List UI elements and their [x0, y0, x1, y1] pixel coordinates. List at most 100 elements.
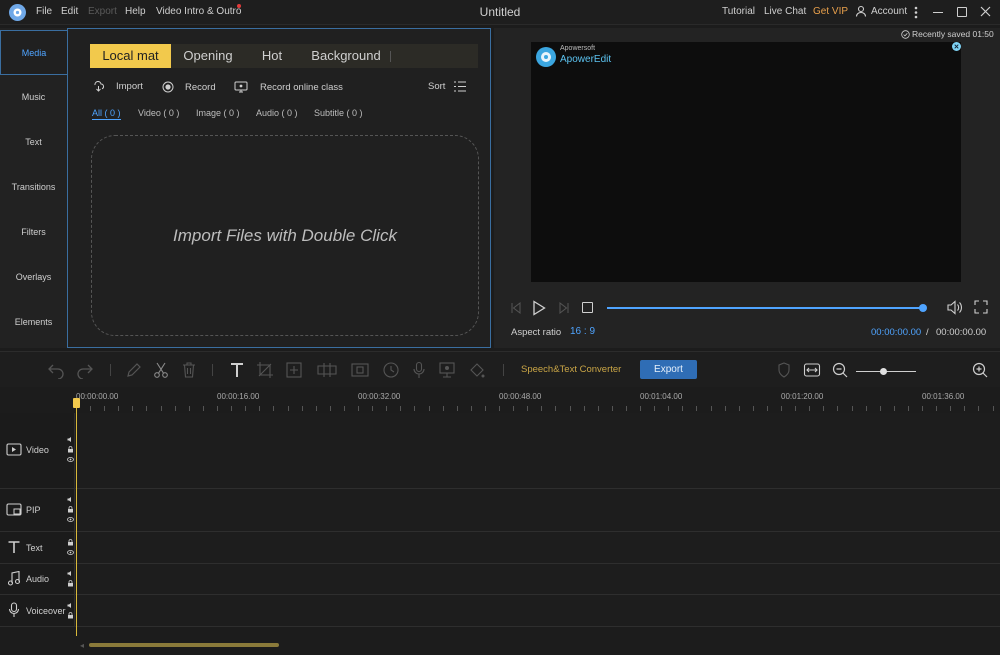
- microphone-icon[interactable]: [410, 361, 428, 379]
- stop-icon[interactable]: [582, 302, 593, 313]
- tab-opening[interactable]: Opening: [176, 44, 240, 68]
- timeline-scrollbar-thumb[interactable]: [89, 643, 279, 647]
- sidebar-item-elements[interactable]: Elements: [0, 300, 67, 345]
- track-text[interactable]: Text: [0, 532, 1000, 564]
- track-pip[interactable]: PIP: [0, 489, 1000, 532]
- menu-file[interactable]: File: [36, 6, 52, 17]
- tab-hot[interactable]: Hot: [252, 44, 292, 68]
- timeline-toolbar: Speech&Text Converter Export: [0, 351, 1000, 387]
- fit-timeline-icon[interactable]: [803, 361, 821, 379]
- sidebar-item-music[interactable]: Music: [0, 75, 67, 120]
- freeze-frame-icon[interactable]: [350, 361, 369, 379]
- menu-help[interactable]: Help: [125, 6, 146, 17]
- sidebar-item-overlays[interactable]: Overlays: [0, 255, 67, 300]
- speech-text-converter-button[interactable]: Speech&Text Converter: [521, 364, 621, 375]
- track-lock-icon[interactable]: [67, 580, 74, 587]
- sidebar-item-media[interactable]: Media: [0, 30, 67, 75]
- link-get-vip[interactable]: Get VIP: [813, 6, 848, 17]
- preview-screen[interactable]: Apowersoft ApowerEdit: [531, 42, 961, 282]
- marker-shield-icon[interactable]: [775, 361, 793, 379]
- filter-audio[interactable]: Audio ( 0 ): [256, 108, 298, 118]
- minimize-icon[interactable]: [933, 12, 943, 13]
- track-mute-icon[interactable]: [67, 602, 74, 609]
- ruler-tick: [90, 406, 91, 411]
- track-video[interactable]: Video: [0, 413, 1000, 489]
- sort-button[interactable]: Sort: [428, 81, 467, 92]
- crop-icon[interactable]: [256, 361, 274, 379]
- track-mute-icon[interactable]: [67, 496, 74, 503]
- mosaic-icon[interactable]: [316, 361, 337, 379]
- menu-video-intro-outro[interactable]: Video Intro & Outro: [156, 6, 241, 17]
- track-header: Voiceover: [0, 595, 75, 626]
- split-scissors-icon[interactable]: [152, 361, 170, 379]
- filter-all[interactable]: All ( 0 ): [92, 108, 121, 120]
- filter-image[interactable]: Image ( 0 ): [196, 108, 240, 118]
- tab-local-mat[interactable]: Local mat: [90, 44, 171, 68]
- playback-progress-track[interactable]: [607, 307, 925, 309]
- menu-export[interactable]: Export: [88, 6, 117, 17]
- timeline-scrollbar[interactable]: ◂: [0, 636, 1000, 655]
- track-visibility-icon[interactable]: [67, 456, 74, 463]
- track-voiceover[interactable]: Voiceover: [0, 595, 1000, 627]
- track-visibility-icon[interactable]: [67, 549, 74, 556]
- ruler-tick: [259, 406, 260, 411]
- screen-record-icon[interactable]: [438, 361, 456, 379]
- volume-icon[interactable]: [947, 300, 963, 315]
- export-button[interactable]: Export: [640, 360, 697, 379]
- record-button[interactable]: Record: [162, 81, 216, 93]
- menu-edit[interactable]: Edit: [61, 6, 78, 17]
- sidebar-item-transitions[interactable]: Transitions: [0, 165, 67, 210]
- undo-icon[interactable]: [47, 361, 65, 379]
- notification-dot: [237, 4, 241, 8]
- filter-video[interactable]: Video ( 0 ): [138, 108, 179, 118]
- track-mute-icon[interactable]: [67, 436, 74, 443]
- track-visibility-icon[interactable]: [67, 516, 74, 523]
- zoom-frame-icon[interactable]: [285, 361, 303, 379]
- zoom-slider-handle[interactable]: [880, 368, 887, 375]
- import-dropzone[interactable]: Import Files with Double Click: [91, 135, 479, 336]
- aspect-ratio-value[interactable]: 16 : 9: [570, 326, 595, 337]
- more-options-icon[interactable]: [914, 6, 918, 19]
- delete-icon[interactable]: [180, 361, 198, 379]
- track-lock-icon[interactable]: [67, 506, 74, 513]
- account-icon[interactable]: [855, 5, 867, 17]
- pip-track-icon: [6, 503, 22, 516]
- import-button[interactable]: Import: [92, 81, 143, 92]
- filter-subtitle[interactable]: Subtitle ( 0 ): [314, 108, 363, 118]
- watermark-close-icon[interactable]: [952, 42, 961, 51]
- sidebar-item-filters[interactable]: Filters: [0, 210, 67, 255]
- zoom-out-icon[interactable]: [831, 361, 849, 379]
- track-audio[interactable]: Audio: [0, 564, 1000, 595]
- watermark-logo-icon: [536, 47, 556, 67]
- track-lock-icon[interactable]: [67, 612, 74, 619]
- link-live-chat[interactable]: Live Chat: [764, 6, 806, 17]
- timeline-ruler[interactable]: 00:00:00.00 00:00:16.00 00:00:32.00 00:0…: [0, 387, 1000, 413]
- link-account[interactable]: Account: [871, 6, 907, 17]
- fullscreen-icon[interactable]: [974, 300, 988, 314]
- duration-clock-icon[interactable]: [382, 361, 400, 379]
- track-mute-icon[interactable]: [67, 570, 74, 577]
- link-tutorial[interactable]: Tutorial: [722, 6, 755, 17]
- playback-progress-handle[interactable]: [919, 304, 927, 312]
- scroll-left-arrow-icon[interactable]: ◂: [80, 641, 84, 650]
- tab-background[interactable]: Background: [306, 44, 386, 68]
- maximize-icon[interactable]: [957, 7, 967, 17]
- sidebar-item-text[interactable]: Text: [0, 120, 67, 165]
- color-fill-icon[interactable]: [468, 361, 486, 379]
- close-icon[interactable]: [980, 6, 991, 17]
- ruler-tick: [922, 406, 923, 411]
- next-frame-icon[interactable]: [558, 302, 570, 314]
- record-online-class-button[interactable]: Record online class: [234, 81, 343, 93]
- track-lock-icon[interactable]: [67, 446, 74, 453]
- text-tool-icon[interactable]: [228, 361, 246, 379]
- track-lock-icon[interactable]: [67, 539, 74, 546]
- zoom-in-icon[interactable]: [971, 361, 989, 379]
- playhead-line[interactable]: [76, 402, 77, 638]
- edit-pencil-icon[interactable]: [125, 361, 143, 379]
- play-icon[interactable]: [532, 300, 546, 316]
- ruler-tick: [457, 406, 458, 411]
- track-label: Video: [26, 445, 49, 455]
- previous-frame-icon[interactable]: [510, 302, 522, 314]
- redo-icon[interactable]: [76, 361, 94, 379]
- playhead-handle[interactable]: [73, 398, 80, 408]
